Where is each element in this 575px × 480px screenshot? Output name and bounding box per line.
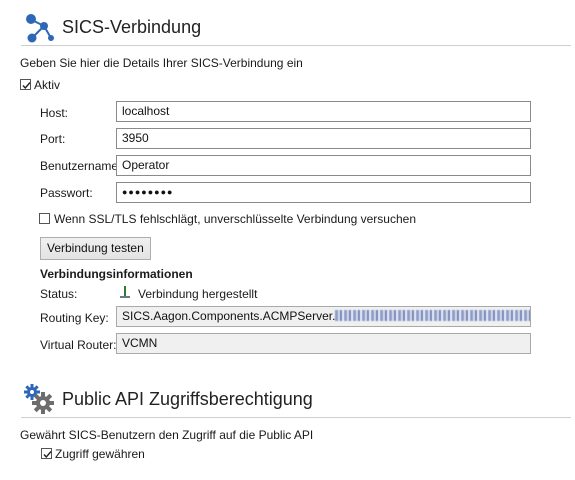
status-label: Status: <box>40 287 78 301</box>
public-api-section-title: Public API Zugriffsberechtigung <box>62 389 313 409</box>
redacted-key-segment <box>335 310 530 321</box>
status-value: Verbindung hergestellt <box>138 287 258 301</box>
username-label: Benutzername: <box>40 159 122 173</box>
routing-key-label: Routing Key: <box>40 311 109 325</box>
ssl-fallback-checkbox[interactable] <box>39 213 50 224</box>
password-input[interactable]: ●●●●●●●● <box>116 182 531 203</box>
test-connection-button[interactable]: Verbindung testen <box>40 237 151 260</box>
host-input[interactable]: localhost <box>116 101 531 122</box>
grant-access-label[interactable]: Zugriff gewähren <box>55 447 145 461</box>
virtual-router-label: Virtual Router: <box>40 338 117 352</box>
public-api-description: Gewährt SICS-Benutzern den Zugriff auf d… <box>20 428 314 442</box>
port-input[interactable]: 3950 <box>116 128 531 149</box>
sics-section-title: SICS-Verbindung <box>62 17 202 37</box>
active-checkbox[interactable] <box>20 79 31 90</box>
active-label[interactable]: Aktiv <box>34 78 60 92</box>
routing-key-value: SICS.Aagon.Components.ACMPServer. <box>122 309 336 323</box>
username-input[interactable]: Operator <box>116 155 531 176</box>
virtual-router-field[interactable]: VCMN <box>116 333 531 354</box>
port-label: Port: <box>40 132 66 146</box>
grant-access-checkbox[interactable] <box>41 448 52 459</box>
host-label: Host: <box>40 106 69 120</box>
sics-divider <box>21 45 571 46</box>
connection-info-heading: Verbindungsinformationen <box>40 267 193 281</box>
public-api-divider <box>21 417 571 418</box>
connected-plug-icon <box>118 285 132 299</box>
sics-description: Geben Sie hier die Details Ihrer SICS-Ve… <box>20 56 303 70</box>
password-label: Passwort: <box>40 186 93 200</box>
ssl-fallback-label[interactable]: Wenn SSL/TLS fehlschlägt, unverschlüssel… <box>54 212 416 226</box>
routing-key-field[interactable]: SICS.Aagon.Components.ACMPServer. <box>116 306 531 327</box>
gears-icon <box>22 383 56 415</box>
network-icon <box>24 12 56 44</box>
